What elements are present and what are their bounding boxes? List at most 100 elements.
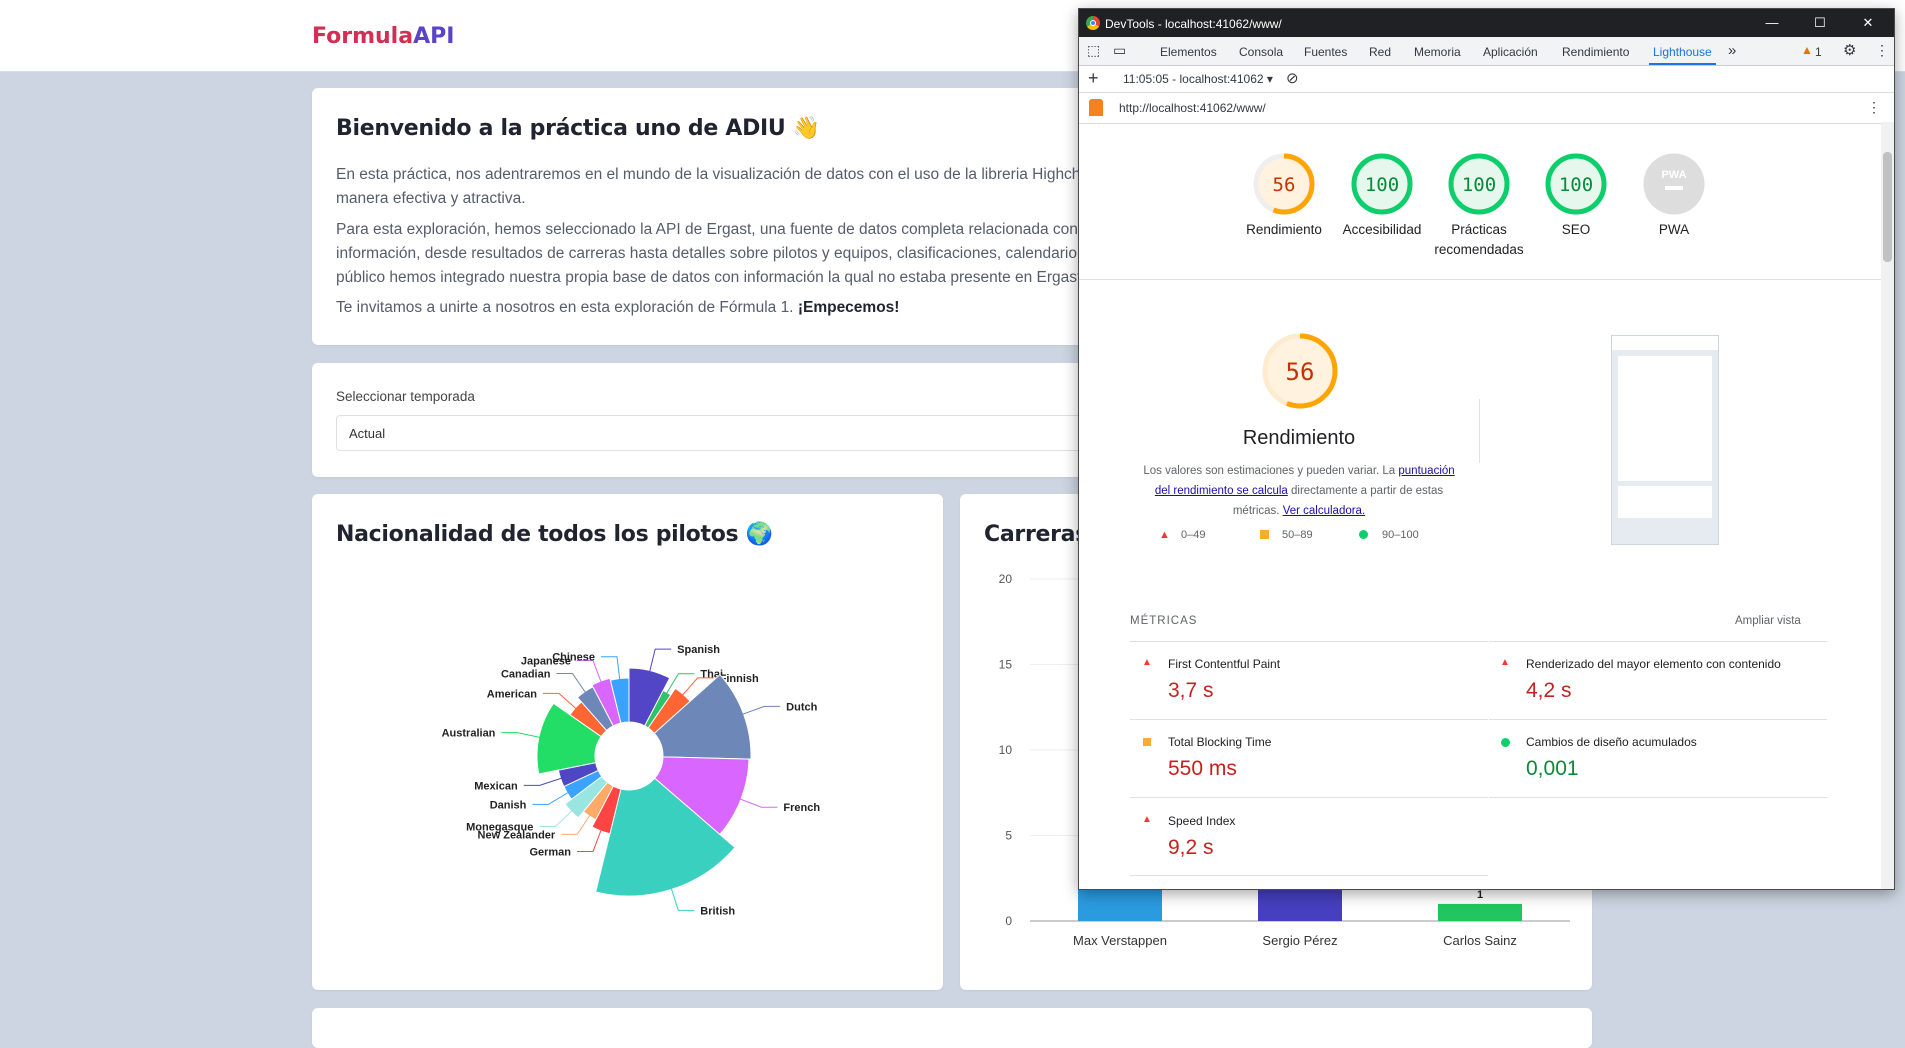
- pie-connector: [532, 790, 571, 805]
- warning-count[interactable]: 1: [1815, 45, 1822, 59]
- device-toggle-icon[interactable]: ▭: [1113, 42, 1126, 59]
- scrollbar-thumb[interactable]: [1883, 152, 1892, 262]
- devtools-scrollbar[interactable]: [1881, 122, 1894, 889]
- settings-icon[interactable]: ⚙: [1843, 41, 1856, 59]
- y-tick-label: 15: [999, 658, 1013, 672]
- metric-lcp-value: 4,2 s: [1526, 679, 1572, 702]
- brand-logo[interactable]: FormulaAPI: [312, 24, 454, 49]
- intro-paragraph-2c: público hemos integrado nuestra propia b…: [336, 269, 1086, 286]
- pwa-dash: [1665, 186, 1683, 190]
- score-label-rendimiento[interactable]: Rendimiento: [1229, 220, 1339, 240]
- pie-label: Mexican: [474, 780, 518, 792]
- report-url[interactable]: http://localhost:41062/www/: [1119, 101, 1266, 115]
- perf-description: Los valores son estimaciones y pueden va…: [1129, 461, 1469, 521]
- y-tick-label: 20: [999, 572, 1013, 586]
- season-label: Seleccionar temporada: [336, 389, 475, 404]
- season-select[interactable]: Actual: [336, 415, 1096, 451]
- cls-status-icon: [1501, 738, 1510, 747]
- bar-data-label: 1: [1477, 889, 1483, 901]
- score-label-seo[interactable]: SEO: [1521, 220, 1631, 240]
- intro-invite-text: Te invitamos a unirte a nosotros en esta…: [336, 299, 798, 316]
- tab-consola[interactable]: Consola: [1239, 45, 1283, 59]
- tab-fuentes[interactable]: Fuentes: [1304, 45, 1347, 59]
- legend-pass: 90–100: [1382, 529, 1419, 541]
- lcp-status-icon: ▲: [1500, 657, 1510, 668]
- pie-connector: [669, 885, 695, 911]
- y-tick-label: 10: [999, 743, 1013, 757]
- metric-cls-name: Cambios de diseño acumulados: [1526, 735, 1697, 749]
- metrics-row1-right-line: [1489, 719, 1827, 720]
- score-gauge-value: 100: [1462, 174, 1496, 196]
- intro-paragraph-2a: Para esta exploración, hemos seleccionad…: [336, 221, 1086, 238]
- legend-pass-icon: [1359, 530, 1368, 539]
- intro-paragraph-1a: En esta práctica, nos adentraremos en el…: [336, 166, 1090, 183]
- metric-fcp-name: First Contentful Paint: [1168, 657, 1281, 671]
- brand-part-1: Formula: [312, 24, 414, 49]
- si-status-icon: ▲: [1142, 814, 1152, 825]
- score-label-accesibilidad[interactable]: Accesibilidad: [1327, 220, 1437, 240]
- tbt-status-icon: [1143, 738, 1151, 746]
- perf-score-link-b[interactable]: del rendimiento se calcula: [1155, 485, 1288, 497]
- brand-part-2: API: [413, 24, 455, 49]
- expand-view-toggle[interactable]: Ampliar vista: [1735, 615, 1801, 627]
- score-label-practicas[interactable]: Prácticas recomendadas: [1424, 220, 1534, 260]
- metrics-top-right-line: [1489, 641, 1827, 642]
- score-gauge-bg[interactable]: [1643, 153, 1705, 215]
- legend-fail-icon: ▲: [1159, 529, 1170, 541]
- more-tabs-icon[interactable]: »: [1728, 42, 1736, 59]
- score-gauge-value: 56: [1273, 174, 1296, 196]
- clear-icon[interactable]: ⊘: [1286, 69, 1299, 87]
- tab-elementos[interactable]: Elementos: [1160, 45, 1217, 59]
- kebab-menu-icon[interactable]: ⋮: [1875, 42, 1889, 59]
- metrics-row2-right-line: [1489, 797, 1827, 798]
- pie-connector: [523, 776, 565, 786]
- perf-score-link-a[interactable]: puntuación: [1398, 465, 1454, 477]
- pie-label: Chinese: [552, 652, 595, 664]
- pie-label: Danish: [490, 799, 527, 811]
- pie-connector: [577, 660, 603, 686]
- metric-lcp-name: Renderizado del mayor elemento con conte…: [1526, 657, 1781, 671]
- calculator-link[interactable]: Ver calculadora.: [1283, 505, 1365, 517]
- intro-paragraph-3: Te invitamos a unirte a nosotros en esta…: [336, 296, 899, 320]
- metric-cls-value: 0,001: [1526, 757, 1579, 780]
- tab-lighthouse[interactable]: Lighthouse: [1649, 45, 1716, 65]
- next-card: [312, 1008, 1592, 1048]
- pie-label: Canadian: [501, 669, 551, 681]
- nationality-chart: SpanishThaiFinnishDutchFrenchBritishGerm…: [442, 644, 821, 917]
- scores-divider: [1079, 279, 1882, 280]
- minimize-icon[interactable]: —: [1762, 13, 1782, 33]
- pie-label: American: [487, 688, 537, 700]
- pie-connector: [737, 797, 778, 808]
- report-selector[interactable]: 11:05:05 - localhost:41062 ▾: [1123, 72, 1273, 86]
- new-report-icon[interactable]: +: [1088, 68, 1099, 89]
- tab-aplicacion[interactable]: Aplicación: [1483, 45, 1538, 59]
- thumb-season-card: [1618, 486, 1712, 518]
- tab-memoria[interactable]: Memoria: [1414, 45, 1461, 59]
- bar-sergio-pérez[interactable]: [1258, 886, 1342, 921]
- score-gauge-value: 100: [1365, 174, 1399, 196]
- score-label-pwa[interactable]: PWA: [1619, 220, 1729, 240]
- x-tick-label: Max Verstappen: [1073, 933, 1167, 948]
- metric-tbt-value: 550 ms: [1168, 757, 1237, 780]
- metrics-row1-left-line: [1130, 719, 1488, 720]
- y-tick-label: 0: [1005, 914, 1012, 928]
- warning-icon[interactable]: ▲: [1801, 43, 1813, 57]
- maximize-icon[interactable]: ☐: [1810, 13, 1830, 33]
- pie-label: Spanish: [677, 644, 720, 656]
- close-icon[interactable]: ✕: [1858, 13, 1878, 33]
- tab-red[interactable]: Red: [1369, 45, 1391, 59]
- y-tick-label: 5: [1005, 829, 1012, 843]
- lighthouse-toolbar: + 11:05:05 - localhost:41062 ▾ ⊘: [1079, 66, 1894, 93]
- url-menu-icon[interactable]: ⋮: [1867, 99, 1881, 116]
- metrics-heading: MÉTRICAS: [1130, 615, 1198, 627]
- pie-connector: [539, 808, 575, 828]
- bar-carlos-sainz[interactable]: [1438, 903, 1522, 921]
- devtools-window-title: DevTools - localhost:41062/www/: [1105, 17, 1282, 31]
- legend-average: 50–89: [1282, 529, 1313, 541]
- inspect-icon[interactable]: ⬚: [1087, 42, 1100, 59]
- page-screenshot-thumbnail[interactable]: [1611, 335, 1719, 545]
- pie-label: Australian: [442, 728, 496, 740]
- pie-label: French: [783, 802, 820, 814]
- tab-rendimiento[interactable]: Rendimiento: [1562, 45, 1629, 59]
- devtools-titlebar: DevTools - localhost:41062/www/ — ☐ ✕: [1079, 9, 1894, 37]
